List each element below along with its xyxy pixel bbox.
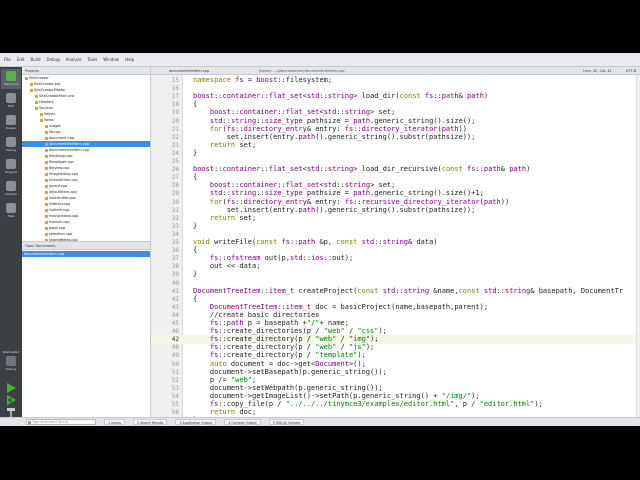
design-icon	[6, 115, 16, 125]
file-icon	[45, 214, 48, 218]
qt-creator-window: File Edit Build Debug Analyze Tools Wind…	[0, 53, 640, 426]
menu-file[interactable]: File	[4, 57, 11, 62]
menu-window[interactable]: Window	[103, 57, 119, 62]
file-icon	[45, 196, 48, 200]
file-icon	[45, 190, 48, 194]
tab-qml-console[interactable]: 5 QML/JS Console	[268, 419, 305, 425]
mode-selector: Welcome Edit Design Debug Projects Analy…	[0, 67, 22, 417]
open-documents-pane: Open Documents documenttreeitem.cpp	[22, 241, 151, 417]
file-icon	[45, 148, 48, 152]
editor-toolbar: documenttreeitem.cpp /home/...../sitecre…	[151, 67, 640, 75]
editor-scrollbar[interactable]	[636, 75, 640, 417]
symbol-combo[interactable]: /home/...../sitecreator/src/documenttree…	[259, 69, 344, 73]
mode-analyze[interactable]: Analyze	[1, 179, 21, 199]
locator-input[interactable]: Type to locate (Ctrl+K)	[26, 419, 96, 425]
file-icon	[45, 232, 48, 236]
menu-build[interactable]: Build	[30, 57, 40, 62]
menu-edit[interactable]: Edit	[17, 57, 25, 62]
document-combo[interactable]: documenttreeitem.cpp	[169, 69, 209, 73]
mode-design[interactable]: Design	[1, 113, 21, 133]
project-tree: SiteCreator SiteCreator.pro SiteCreatorMas…	[22, 75, 150, 243]
file-icon	[45, 124, 48, 128]
mode-debug[interactable]: Debug	[1, 135, 21, 155]
file-icon	[45, 142, 48, 146]
file-icon	[45, 136, 48, 140]
open-document-item[interactable]: documenttreeitem.cpp	[22, 251, 150, 257]
analyze-icon	[6, 181, 16, 191]
file-icon	[35, 106, 38, 110]
tab-search-results[interactable]: 2 Search Results	[132, 419, 168, 425]
run-button[interactable]	[6, 383, 16, 393]
debug-run-button[interactable]	[6, 395, 16, 405]
mode-help[interactable]: Help	[1, 201, 21, 221]
menu-tools[interactable]: Tools	[87, 57, 97, 62]
status-bar: Type to locate (Ctrl+K) 1 Issues 2 Searc…	[0, 417, 640, 426]
menu-help[interactable]: Help	[125, 57, 134, 62]
mode-welcome[interactable]: Welcome	[1, 69, 21, 89]
file-icon	[45, 160, 48, 164]
mode-edit[interactable]: Edit	[1, 91, 21, 111]
menu-analyze[interactable]: Analyze	[66, 57, 82, 62]
file-icon	[45, 184, 48, 188]
file-icon	[40, 112, 43, 116]
debug-icon	[6, 137, 16, 147]
qt-logo-icon	[6, 71, 16, 81]
projects-pane-header: Projects	[22, 67, 150, 75]
letterbox-bottom	[0, 426, 640, 480]
file-icon	[45, 208, 48, 212]
projects-icon	[6, 159, 16, 169]
file-icon	[35, 94, 38, 98]
file-icon	[45, 154, 48, 158]
tab-compile-output[interactable]: 4 Compile Output	[224, 419, 261, 425]
mode-projects[interactable]: Projects	[1, 157, 21, 177]
help-icon	[6, 203, 16, 213]
cursor-position: Line: 42, Col: 41	[583, 68, 612, 73]
file-encoding: UTF-8	[625, 68, 636, 73]
tab-issues[interactable]: 1 Issues	[104, 419, 125, 425]
file-icon	[40, 118, 43, 122]
debug-run-icon	[7, 395, 16, 405]
file-icon	[45, 130, 48, 134]
kit-selector[interactable]: SiteCreator Debug	[1, 349, 21, 373]
file-icon	[45, 220, 48, 224]
file-icon	[45, 166, 48, 170]
menu-bar: File Edit Build Debug Analyze Tools Wind…	[0, 53, 640, 67]
file-icon	[25, 76, 28, 80]
open-documents-header: Open Documents	[22, 242, 150, 250]
file-icon	[45, 226, 48, 230]
file-icon	[35, 100, 38, 104]
file-icon	[45, 202, 48, 206]
menu-debug[interactable]: Debug	[47, 57, 60, 62]
build-button[interactable]	[6, 407, 16, 417]
file-icon	[30, 82, 33, 86]
monitor-icon	[6, 356, 16, 366]
tab-application-output[interactable]: 3 Application Output	[175, 419, 217, 425]
file-icon	[30, 88, 33, 92]
hammer-icon	[7, 408, 15, 417]
file-icon	[45, 172, 48, 176]
code-editor[interactable]: 15 namespace fs = boost::filesystem; 16 17 b…	[151, 75, 640, 417]
file-icon	[45, 178, 48, 182]
edit-icon	[6, 93, 16, 103]
search-icon	[28, 421, 31, 424]
run-icon	[7, 383, 16, 393]
